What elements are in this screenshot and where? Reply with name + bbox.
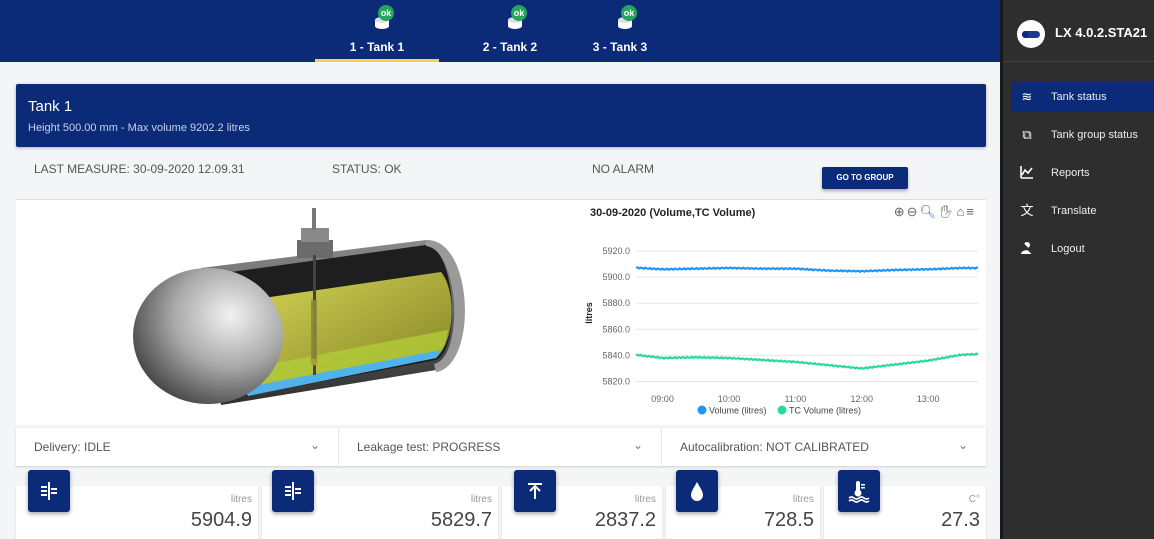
x-tick-label: 11:00 — [784, 394, 806, 404]
sidebar-item-logout[interactable]: Logout — [1011, 234, 1154, 264]
app-version-title: LX 4.0.2.STA21 — [1055, 25, 1148, 40]
leakage-label: Leakage test: PROGRESS — [357, 440, 501, 454]
alarm-text: NO ALARM — [592, 162, 655, 176]
leakage-dropdown[interactable]: Leakage test: PROGRESS ⌄ — [339, 428, 662, 466]
y-axis-label: litres — [584, 302, 594, 324]
metric-unit: C° — [968, 494, 980, 505]
top-bar: ok 1 - Tank 1 ok 2 - Tank 2 ok 3 - Tank … — [0, 0, 1000, 62]
metric-value: 27.3 — [941, 509, 980, 531]
sidebar-item-tank-status[interactable]: ≋ Tank status — [1011, 82, 1154, 112]
tank-illustration — [133, 208, 465, 405]
metric-value: 5904.9 — [190, 509, 252, 531]
series-line — [635, 266, 979, 274]
last-measure-text: LAST MEASURE: 30-09-2020 12.09.31 — [34, 162, 245, 176]
thermometer-water-icon — [838, 470, 880, 512]
sidebar-item-label: Translate — [1051, 205, 1097, 217]
tank-panel: 30-09-2020 (Volume,TC Volume) ⊕⊖🔍︎✋︎⌂≡ 5… — [16, 199, 986, 425]
metric-value: 5829.7 — [430, 509, 492, 531]
tank-stack-icon: ok — [369, 5, 395, 34]
main-content: Tank 1 Height 500.00 mm - Max volume 920… — [0, 62, 1000, 539]
autocalibration-dropdown[interactable]: Autocalibration: NOT CALIBRATED ⌄ — [662, 428, 986, 466]
level-gauge-icon — [28, 470, 70, 512]
tank-stack-icon: ok — [612, 5, 638, 34]
tab-tank-1[interactable]: ok 1 - Tank 1 — [315, 0, 439, 62]
y-tick-label: 5840.0 — [602, 350, 630, 360]
y-tick-label: 5880.0 — [602, 298, 630, 308]
level-gauge-icon — [272, 470, 314, 512]
delivery-dropdown[interactable]: Delivery: IDLE ⌄ — [16, 428, 339, 466]
chart-plot: 5920.0 5900.0 5880.0 5860.0 5840.0 5820.0 09:0… — [584, 246, 979, 416]
tab-label: 3 - Tank 3 — [592, 40, 648, 54]
sidebar-item-label: Logout — [1051, 243, 1085, 255]
sidebar-header: LX 4.0.2.STA21 — [1003, 0, 1154, 62]
logout-icon — [1019, 241, 1035, 257]
sidebar-item-label: Tank group status — [1051, 129, 1138, 141]
waves-icon: ≋ — [1021, 89, 1033, 104]
ok-badge: ok — [511, 5, 527, 21]
x-tick-label: 10:00 — [718, 394, 741, 404]
chevron-down-icon: ⌄ — [309, 438, 320, 452]
sidebar-item-tank-group-status[interactable]: ⧉ Tank group status — [1011, 120, 1154, 150]
y-tick-label: 5860.0 — [602, 324, 630, 334]
chevron-down-icon: ⌄ — [957, 438, 968, 452]
chevron-down-icon: ⌄ — [632, 438, 643, 452]
autocalibration-label: Autocalibration: NOT CALIBRATED — [680, 440, 869, 454]
sidebar-item-reports[interactable]: Reports — [1011, 158, 1154, 188]
ok-badge: ok — [378, 5, 394, 21]
legend-marker — [777, 405, 787, 415]
tab-tank-3[interactable]: ok 3 - Tank 3 — [558, 0, 682, 62]
x-tick-label: 13:00 — [917, 394, 940, 404]
group-icon: ⧉ — [1022, 127, 1032, 142]
delivery-label: Delivery: IDLE — [34, 440, 111, 454]
tab-label: 1 - Tank 1 — [349, 40, 405, 54]
legend-label: Volume (litres) — [709, 406, 767, 416]
sidebar-item-translate[interactable]: 文 Translate — [1011, 196, 1154, 226]
status-bar: Delivery: IDLE ⌄ Leakage test: PROGRESS … — [16, 428, 986, 466]
tab-label: 2 - Tank 2 — [482, 40, 538, 54]
x-tick-label: 09:00 — [651, 394, 674, 404]
y-tick-label: 5900.0 — [602, 272, 630, 282]
y-tick-label: 5920.0 — [602, 246, 630, 256]
chart-icon — [1019, 165, 1035, 181]
ok-badge: ok — [621, 5, 637, 21]
x-tick-label: 12:00 — [851, 394, 874, 404]
sidebar: LX 4.0.2.STA21 ≋ Tank status ⧉ Tank grou… — [1000, 0, 1154, 539]
app-logo — [1017, 20, 1045, 48]
volume-chart: 30-09-2020 (Volume,TC Volume) ⊕⊖🔍︎✋︎⌂≡ 5… — [578, 200, 986, 426]
y-tick-label: 5820.0 — [602, 376, 630, 386]
tank-stack-icon: ok — [502, 5, 528, 34]
translate-icon: 文 — [1020, 203, 1034, 218]
status-text: STATUS: OK — [332, 162, 402, 176]
sidebar-item-label: Tank status — [1051, 91, 1107, 103]
tank-subtitle: Height 500.00 mm - Max volume 9202.2 lit… — [28, 122, 250, 134]
metric-value: 2837.2 — [594, 509, 656, 531]
go-to-group-button[interactable]: GO TO GROUP — [822, 167, 908, 189]
page-title: Tank 1 — [28, 98, 73, 115]
metric-unit: litres — [792, 494, 814, 505]
sidebar-item-label: Reports — [1051, 167, 1090, 179]
metric-unit: litres — [230, 494, 252, 505]
water-drop-icon — [676, 470, 718, 512]
tank-header-card: Tank 1 Height 500.00 mm - Max volume 920… — [16, 84, 986, 147]
metric-unit: litres — [470, 494, 492, 505]
legend-marker — [697, 405, 707, 415]
legend-label: TC Volume (litres) — [789, 406, 861, 416]
tab-tank-2[interactable]: ok 2 - Tank 2 — [448, 0, 572, 62]
info-row: LAST MEASURE: 30-09-2020 12.09.31 STATUS… — [16, 152, 986, 198]
metric-unit: litres — [634, 494, 656, 505]
metric-value: 728.5 — [763, 509, 814, 531]
ullage-icon — [514, 470, 556, 512]
